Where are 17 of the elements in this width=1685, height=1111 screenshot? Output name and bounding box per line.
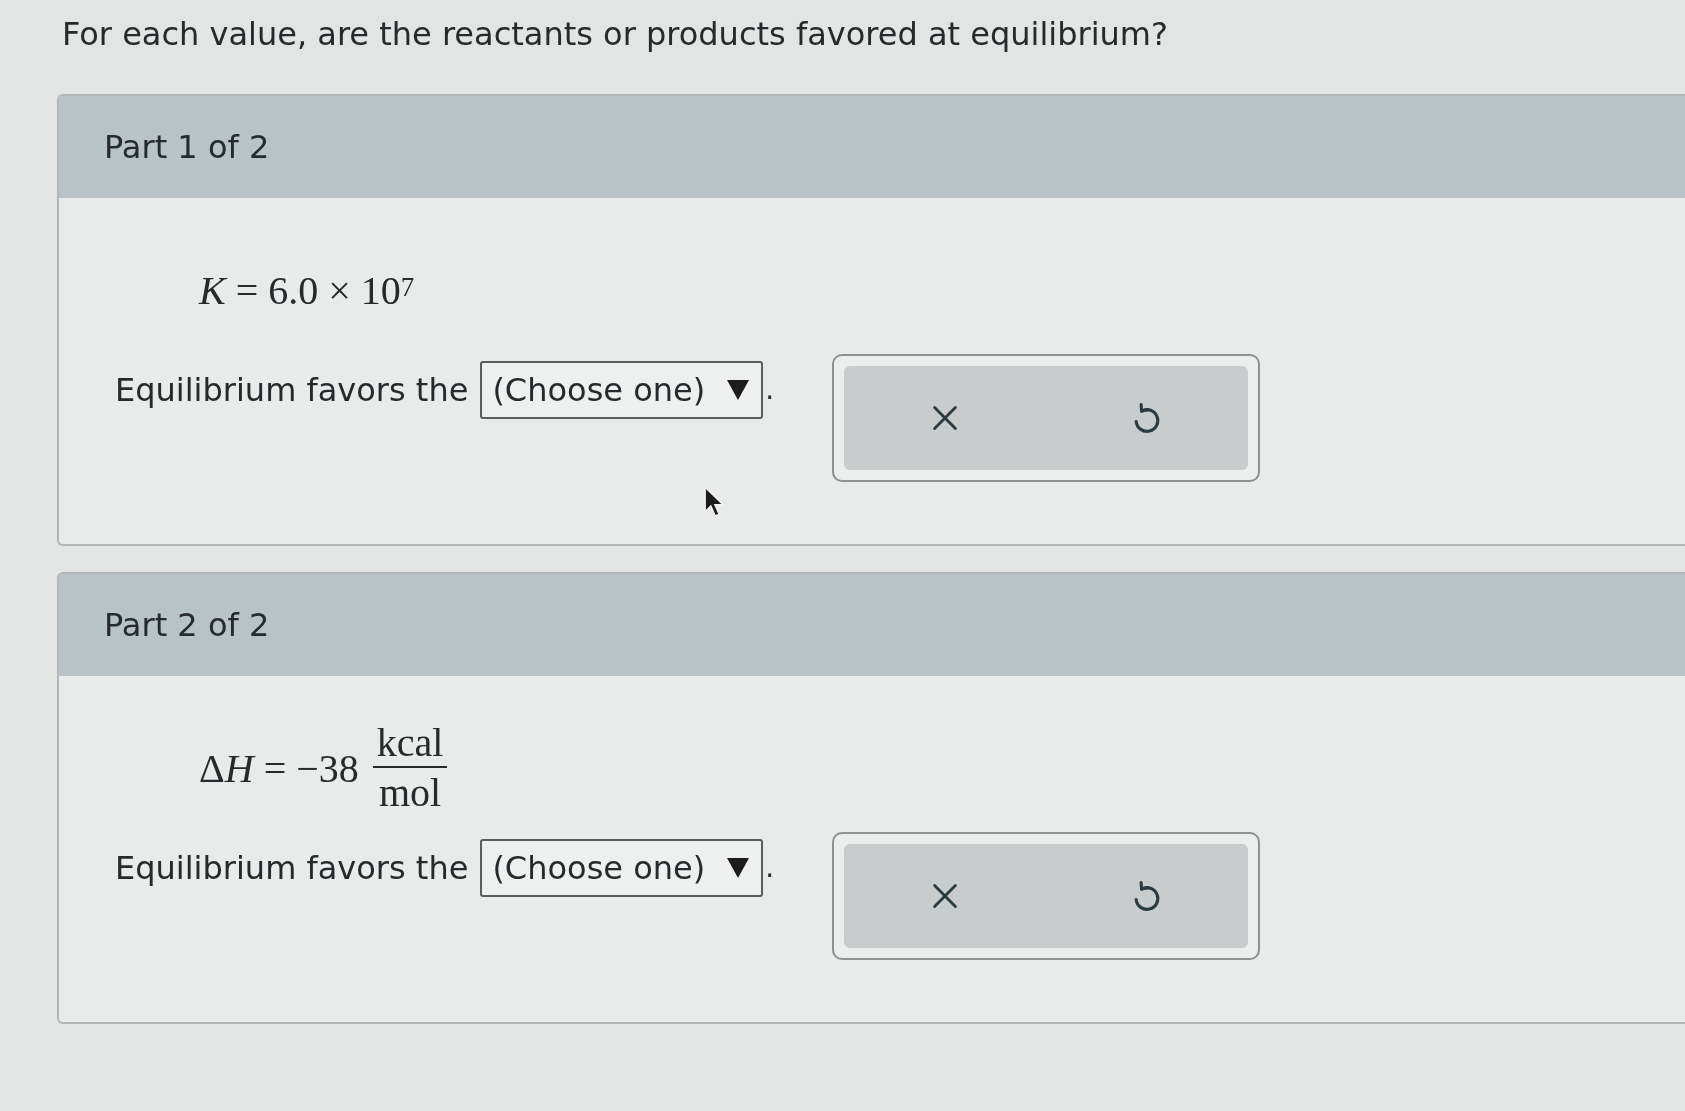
prompt-text: Equilibrium favors the [115, 848, 469, 889]
part-title: Part 2 of 2 [104, 605, 270, 646]
caret-icon [727, 857, 750, 879]
close-icon [931, 405, 958, 431]
answer-dropdown[interactable]: (Choose one) [480, 361, 764, 419]
sentence-period: . [765, 372, 775, 408]
prompt-text: Equilibrium favors the [115, 370, 469, 411]
question-text: For each value, are the reactants or products favored at equilibrium? [62, 14, 1169, 54]
undo-icon [1132, 402, 1161, 434]
caret-icon [727, 379, 750, 401]
sentence-period: . [765, 850, 775, 886]
undo-icon [1132, 880, 1161, 912]
answer-dropdown[interactable]: (Choose one) [480, 839, 764, 897]
part-title: Part 1 of 2 [104, 127, 270, 168]
equation: K = 6.0 × 10$^{7}$ [199, 267, 415, 315]
close-icon [931, 883, 958, 909]
cursor-icon [704, 486, 724, 518]
